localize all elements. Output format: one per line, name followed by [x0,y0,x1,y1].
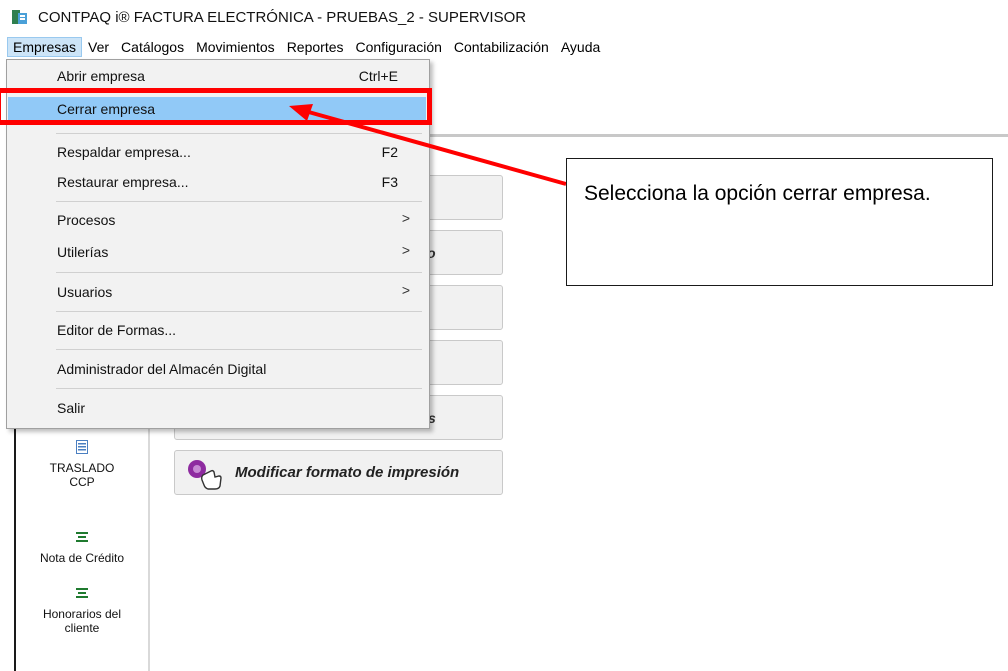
arrow-head-icon [289,104,313,121]
annotation-arrow [289,104,567,186]
callout-box: Selecciona la opción cerrar empresa. [566,158,993,286]
callout-text: Selecciona la opción cerrar empresa. [584,182,931,205]
